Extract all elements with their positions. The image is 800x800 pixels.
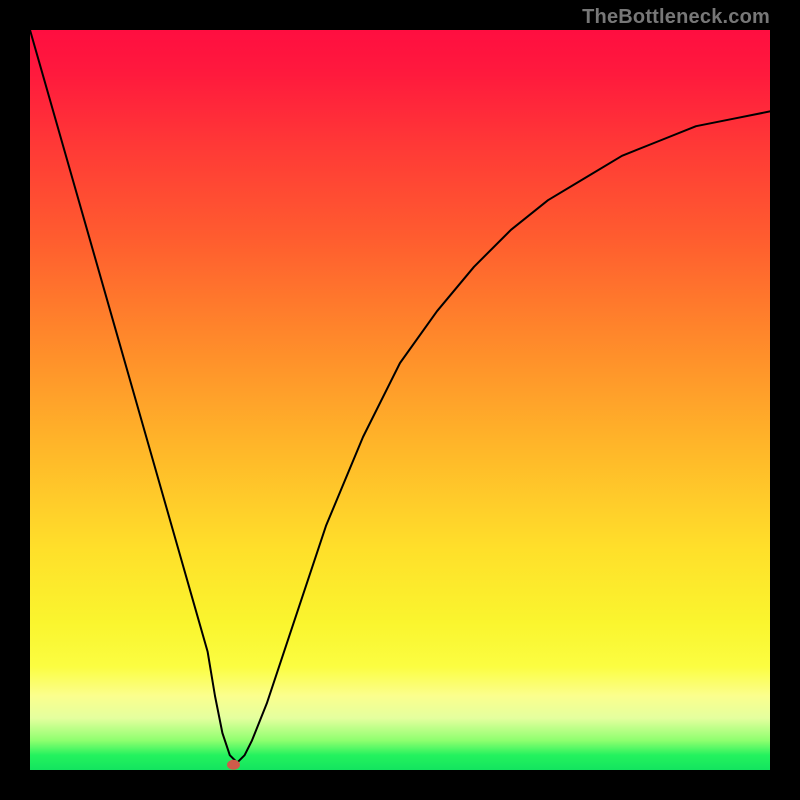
watermark-text: TheBottleneck.com xyxy=(582,6,770,29)
curve-svg xyxy=(30,30,770,770)
bottleneck-curve xyxy=(30,30,770,763)
minimum-marker xyxy=(228,760,240,769)
plot-area xyxy=(30,30,770,770)
chart-frame: TheBottleneck.com xyxy=(0,0,800,800)
